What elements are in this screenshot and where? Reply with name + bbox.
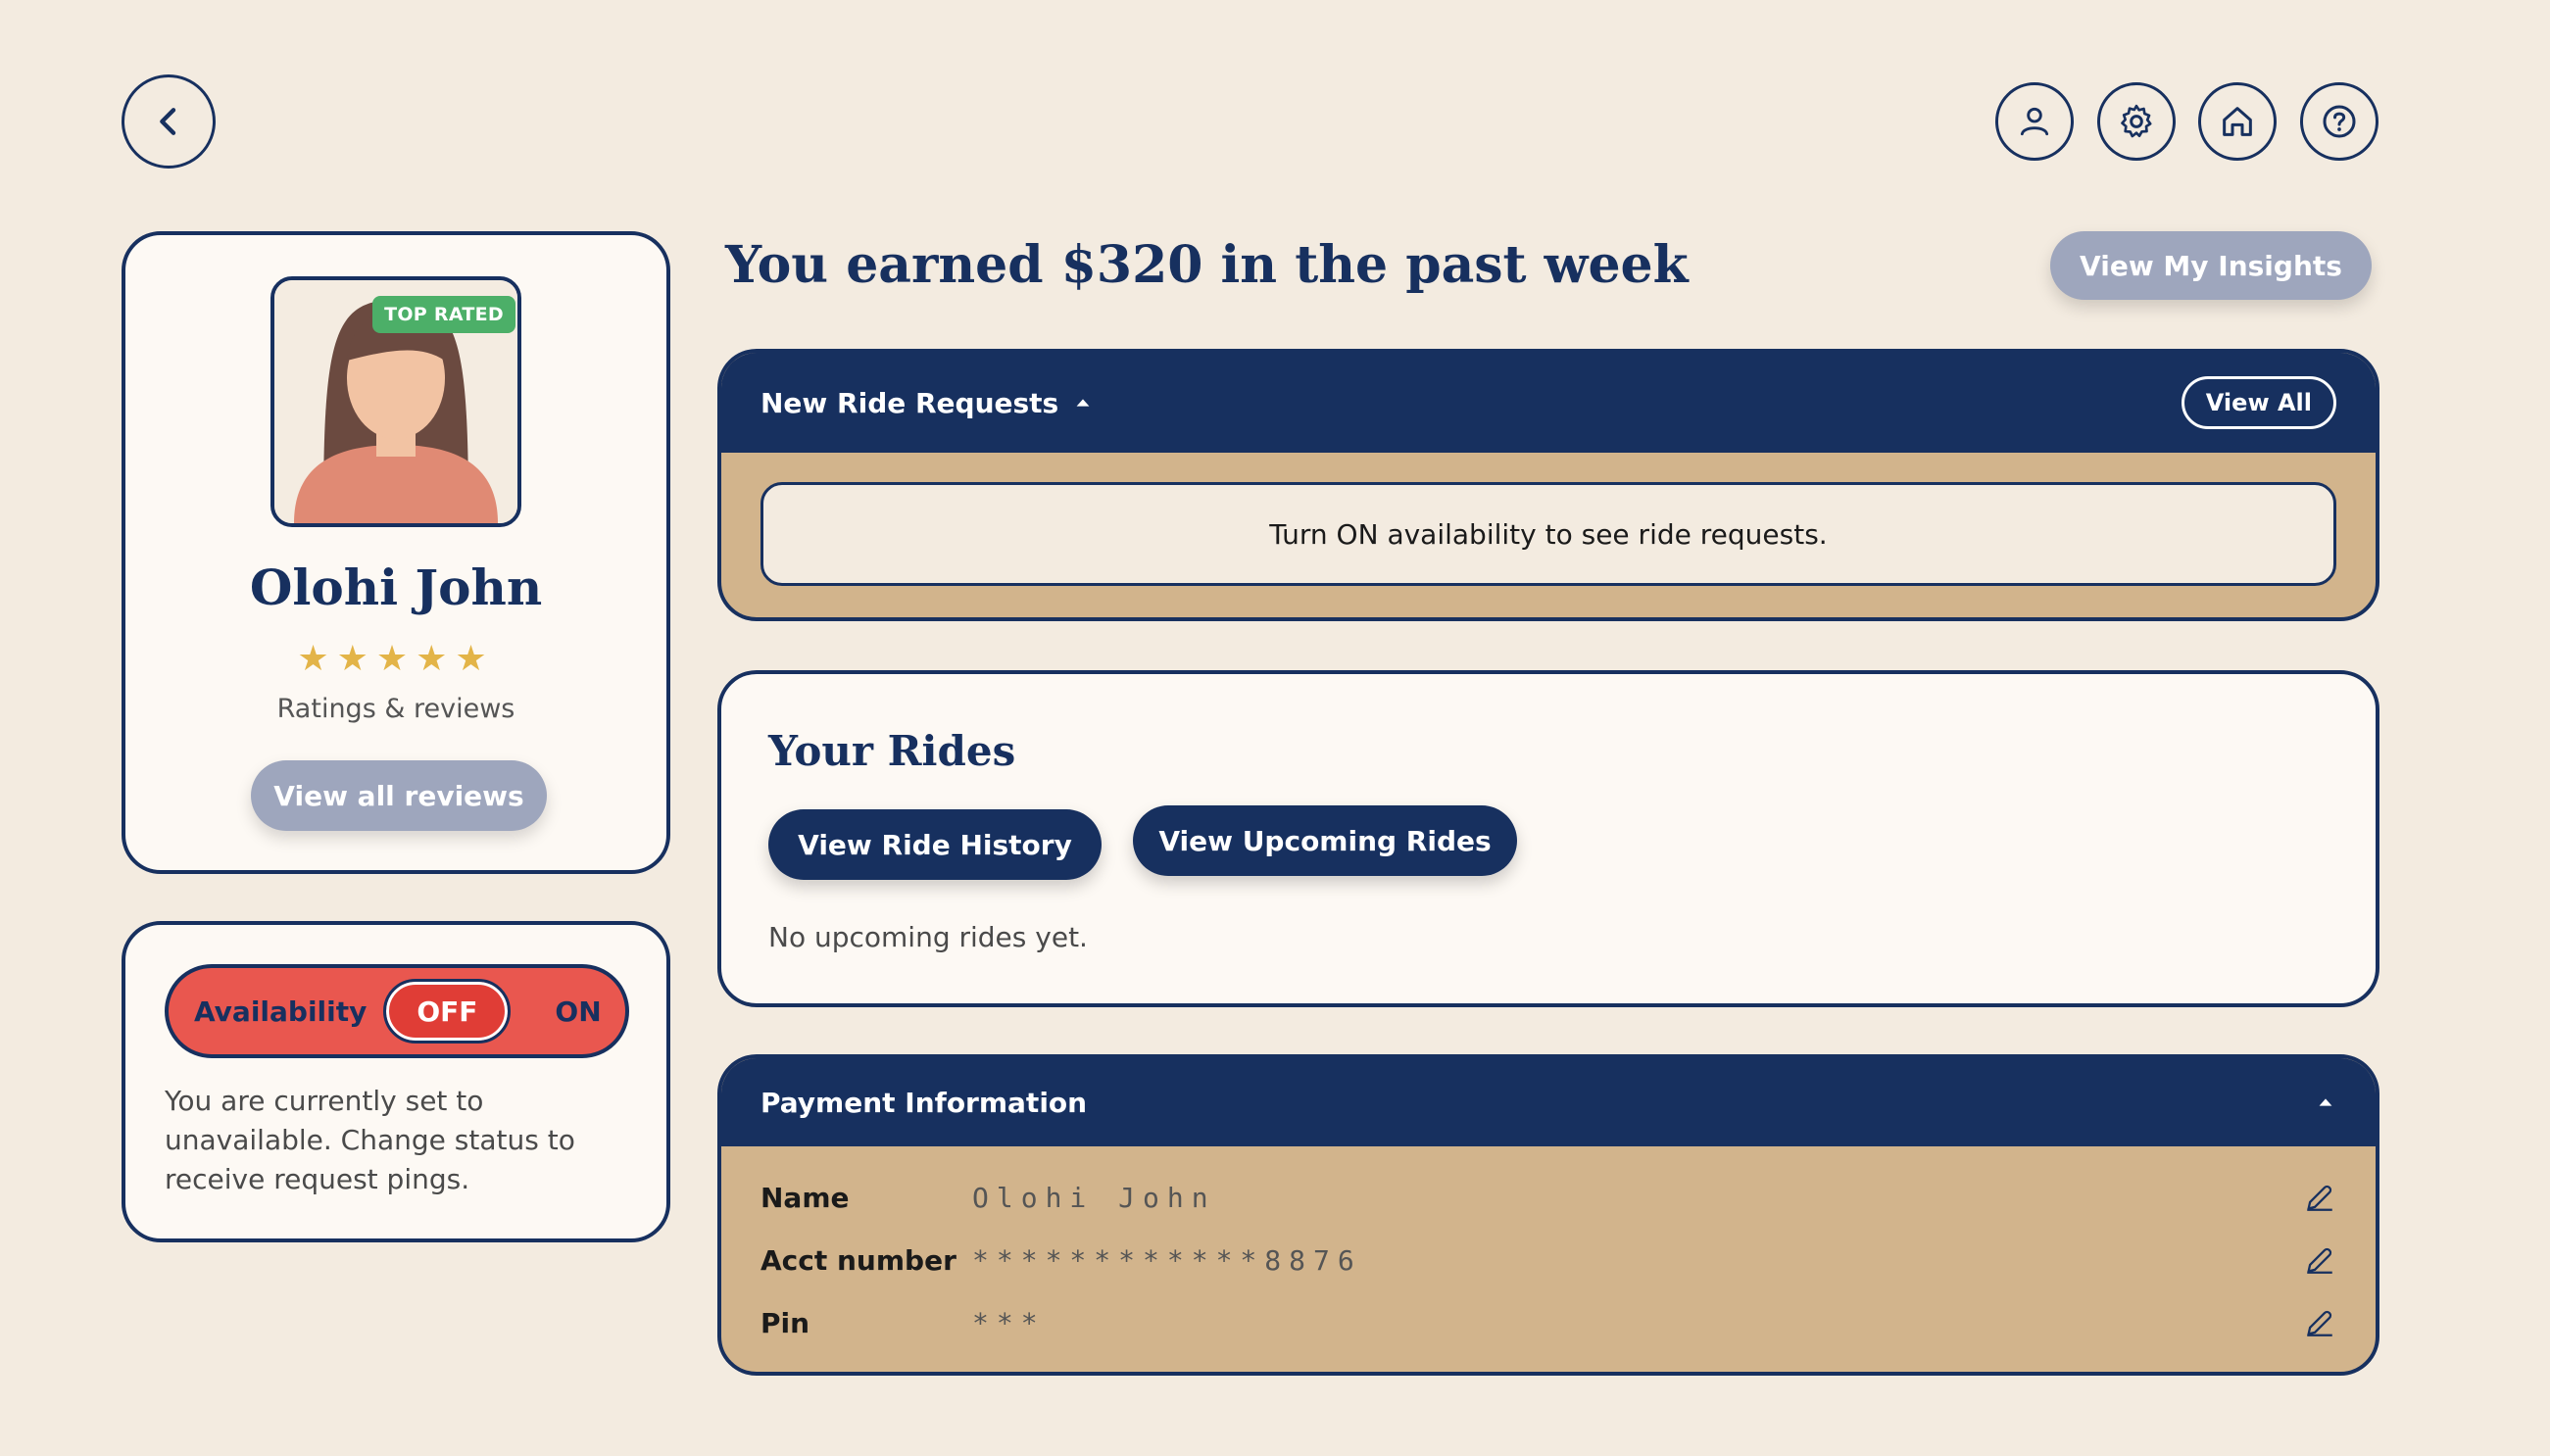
availability-label: Availability [194, 995, 368, 1028]
profile-button[interactable] [1995, 82, 2074, 161]
view-insights-button[interactable]: View My Insights [2050, 231, 2372, 300]
toggle-off-option[interactable]: OFF [383, 979, 512, 1043]
payment-panel: Payment Information Name Olohi John Acct… [717, 1054, 2379, 1376]
availability-card: Availability OFF ON You are currently se… [122, 921, 670, 1242]
edit-pencil-icon[interactable] [2303, 1306, 2336, 1339]
your-rides-title: Your Rides [768, 727, 1016, 775]
home-icon [2223, 107, 2252, 136]
home-button[interactable] [2198, 82, 2277, 161]
view-ride-history-button[interactable]: View Ride History [768, 809, 1102, 880]
ride-requests-header[interactable]: New Ride Requests View All [721, 353, 2376, 453]
settings-button[interactable] [2097, 82, 2176, 161]
gear-icon [2121, 104, 2152, 138]
chevron-left-icon [160, 108, 176, 135]
payment-label: Name [760, 1181, 850, 1214]
edit-pencil-icon[interactable] [2303, 1243, 2336, 1277]
avatar: TOP RATED [270, 276, 521, 527]
payment-row-account: Acct number ************8876 [760, 1240, 2336, 1280]
ride-requests-message: Turn ON availability to see ride request… [760, 482, 2336, 586]
toggle-on-option[interactable]: ON [555, 995, 601, 1028]
payment-title: Payment Information [760, 1086, 1088, 1119]
profile-name: Olohi John [249, 558, 543, 616]
payment-value: ************8876 [972, 1243, 1362, 1277]
your-rides-card: Your Rides View Ride History View Upcomi… [717, 670, 2379, 1007]
star-rating: ★★★★★ [297, 639, 495, 679]
earnings-headline: You earned $320 in the past week [725, 235, 1689, 295]
payment-header[interactable]: Payment Information [721, 1058, 2376, 1146]
ride-requests-panel: New Ride Requests View All Turn ON avail… [717, 349, 2379, 621]
profile-card: TOP RATED Olohi John ★★★★★ Ratings & rev… [122, 231, 670, 874]
back-button[interactable] [122, 74, 216, 169]
availability-toggle[interactable]: Availability OFF ON [165, 964, 629, 1058]
top-rated-badge: TOP RATED [372, 296, 515, 333]
edit-pencil-icon[interactable] [2303, 1181, 2336, 1214]
payment-row-name: Name Olohi John [760, 1178, 2336, 1217]
payment-value: *** [972, 1306, 1046, 1339]
ride-requests-title: New Ride Requests [760, 386, 1059, 419]
view-upcoming-rides-button[interactable]: View Upcoming Rides [1133, 805, 1517, 876]
rides-empty-text: No upcoming rides yet. [768, 921, 1088, 953]
view-all-reviews-button[interactable]: View all reviews [251, 760, 547, 831]
payment-value: Olohi John [972, 1181, 1216, 1214]
view-all-requests-button[interactable]: View All [2181, 376, 2336, 429]
help-button[interactable] [2300, 82, 2378, 161]
payment-row-pin: Pin *** [760, 1303, 2336, 1342]
caret-up-icon[interactable] [1072, 392, 1094, 413]
availability-description: You are currently set to unavailable. Ch… [165, 1085, 575, 1195]
help-icon [2323, 105, 2356, 138]
payment-label: Pin [760, 1306, 810, 1339]
ratings-label: Ratings & reviews [276, 694, 515, 724]
caret-up-icon[interactable] [2315, 1092, 2336, 1113]
user-icon [2020, 107, 2049, 136]
payment-label: Acct number [760, 1243, 956, 1277]
